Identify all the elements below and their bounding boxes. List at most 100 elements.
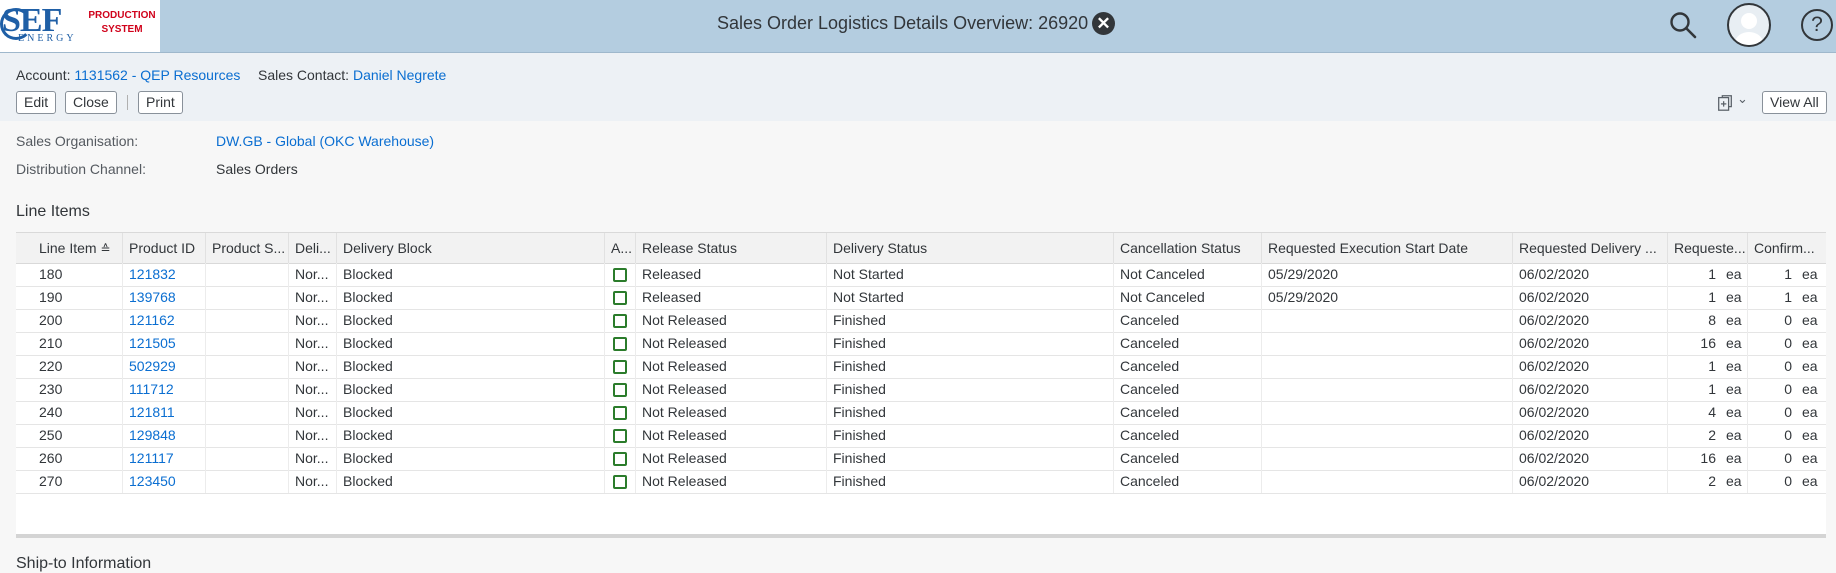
company-logo[interactable]: SEF ENERGY PRODUCTION SYSTEM <box>0 0 160 52</box>
search-icon[interactable] <box>1668 10 1698 40</box>
cell-line-item: 260 <box>33 447 123 470</box>
cell-product-id-link[interactable]: 123450 <box>123 470 206 493</box>
close-button[interactable]: Close <box>65 91 117 114</box>
cell-delivery-block: Blocked <box>337 401 605 424</box>
table-row[interactable]: 180 121832 Nor... Blocked Released Not S… <box>16 263 1826 287</box>
page-title[interactable]: Sales Order Logistics Details Overview: … <box>717 13 1088 34</box>
column-header-requested-qty[interactable]: Requeste... <box>1668 233 1748 263</box>
column-header-line-item[interactable]: Line Item ≙ <box>33 233 123 263</box>
column-header-requested-execution-start-date[interactable]: Requested Execution Start Date <box>1262 233 1513 263</box>
edit-button[interactable]: Edit <box>16 91 57 114</box>
cell-release-status: Not Released <box>636 470 827 493</box>
cell-product-id-link[interactable]: 121505 <box>123 332 206 355</box>
sales-contact-link[interactable]: Daniel Negrete <box>353 67 446 83</box>
cell-confirmed-qty: 1 <box>1784 266 1792 282</box>
row-selector[interactable] <box>16 424 33 447</box>
column-header-release-status[interactable]: Release Status <box>636 233 827 263</box>
cell-deli: Nor... <box>289 447 337 470</box>
cell-release-status: Not Released <box>636 309 827 332</box>
table-row[interactable]: 210 121505 Nor... Blocked Not Released F… <box>16 332 1826 356</box>
table-row[interactable]: 200 121162 Nor... Blocked Not Released F… <box>16 309 1826 333</box>
cell-requested-delivery-date: 06/02/2020 <box>1513 470 1668 493</box>
cell-product-id-link[interactable]: 121117 <box>123 447 206 470</box>
cell-confirmed-qty: 0 <box>1784 427 1792 443</box>
cell-requested-delivery-date: 06/02/2020 <box>1513 263 1668 286</box>
table-row[interactable]: 190 139768 Nor... Blocked Released Not S… <box>16 286 1826 310</box>
checkbox-icon[interactable] <box>613 406 627 420</box>
cell-product-id-link[interactable]: 121162 <box>123 309 206 332</box>
row-selector[interactable] <box>16 355 33 378</box>
column-header-delivery-status[interactable]: Delivery Status <box>827 233 1114 263</box>
cell-requested-unit: ea <box>1720 332 1748 355</box>
cell-line-item: 220 <box>33 355 123 378</box>
user-avatar-icon[interactable] <box>1727 3 1771 47</box>
account-link[interactable]: 1131562 - QEP Resources <box>74 67 240 83</box>
checkbox-icon[interactable] <box>613 475 627 489</box>
cell-product-id-link[interactable]: 139768 <box>123 286 206 309</box>
table-row[interactable]: 230 111712 Nor... Blocked Not Released F… <box>16 378 1826 402</box>
cell-product-s <box>206 470 289 493</box>
table-row[interactable]: 220 502929 Nor... Blocked Not Released F… <box>16 355 1826 379</box>
cell-delivery-status: Finished <box>827 378 1114 401</box>
checkbox-icon[interactable] <box>613 314 627 328</box>
cell-requested-unit: ea <box>1720 378 1748 401</box>
view-all-button[interactable]: View All <box>1762 91 1827 114</box>
column-header-confirmed-qty[interactable]: Confirm... <box>1748 233 1826 263</box>
cell-delivery-status: Finished <box>827 309 1114 332</box>
cell-product-id-link[interactable]: 121811 <box>123 401 206 424</box>
checkbox-icon[interactable] <box>613 337 627 351</box>
checkbox-icon[interactable] <box>613 291 627 305</box>
column-header-deli[interactable]: Deli... <box>289 233 337 263</box>
cell-product-id-link[interactable]: 502929 <box>123 355 206 378</box>
checkbox-icon[interactable] <box>613 452 627 466</box>
cell-requested-qty: 1 <box>1708 381 1716 397</box>
cell-cancellation-status: Canceled <box>1114 447 1262 470</box>
cell-requested-qty: 4 <box>1708 404 1716 420</box>
row-selector[interactable] <box>16 447 33 470</box>
cell-a <box>605 355 636 378</box>
cell-requested-qty: 2 <box>1708 427 1716 443</box>
cell-line-item: 230 <box>33 378 123 401</box>
cell-product-id-link[interactable]: 121832 <box>123 263 206 286</box>
sales-contact-attribute: Sales Contact: Daniel Negrete <box>258 67 446 83</box>
column-header-label: Line Item <box>39 240 97 256</box>
checkbox-icon[interactable] <box>613 360 627 374</box>
checkbox-icon[interactable] <box>613 429 627 443</box>
cell-a <box>605 447 636 470</box>
row-selector[interactable] <box>16 332 33 355</box>
row-selector[interactable] <box>16 401 33 424</box>
print-button[interactable]: Print <box>138 91 183 114</box>
column-header-delivery-block[interactable]: Delivery Block <box>337 233 605 263</box>
cell-requested-unit: ea <box>1720 401 1748 424</box>
table-row[interactable]: 270 123450 Nor... Blocked Not Released F… <box>16 470 1826 494</box>
row-selector[interactable] <box>16 309 33 332</box>
table-row[interactable]: 250 129848 Nor... Blocked Not Released F… <box>16 424 1826 448</box>
cell-product-id-link[interactable]: 111712 <box>123 378 206 401</box>
row-selector[interactable] <box>16 286 33 309</box>
cell-confirmed-unit: ea <box>1802 473 1818 489</box>
horizontal-scrollbar[interactable] <box>16 534 1826 538</box>
cell-delivery-block: Blocked <box>337 286 605 309</box>
column-header-product-id[interactable]: Product ID <box>123 233 206 263</box>
table-row[interactable]: 240 121811 Nor... Blocked Not Released F… <box>16 401 1826 425</box>
cell-a <box>605 378 636 401</box>
close-circle-icon[interactable]: ✕ <box>1092 12 1115 35</box>
column-header-requested-delivery[interactable]: Requested Delivery ... <box>1513 233 1668 263</box>
share-menu-button[interactable]: ⌄ <box>1716 91 1748 113</box>
cell-deli: Nor... <box>289 263 337 286</box>
table-row[interactable]: 260 121117 Nor... Blocked Not Released F… <box>16 447 1826 471</box>
row-selector[interactable] <box>16 263 33 286</box>
checkbox-icon[interactable] <box>613 268 627 282</box>
checkbox-icon[interactable] <box>613 383 627 397</box>
cell-product-id-link[interactable]: 129848 <box>123 424 206 447</box>
sales-org-link[interactable]: DW.GB - Global (OKC Warehouse) <box>216 133 434 149</box>
row-selector[interactable] <box>16 378 33 401</box>
help-icon[interactable]: ? <box>1801 9 1833 41</box>
column-header-cancellation-status[interactable]: Cancellation Status <box>1114 233 1262 263</box>
cell-confirmed-qty: 0 <box>1784 404 1792 420</box>
row-selector[interactable] <box>16 470 33 493</box>
column-header-product-s[interactable]: Product S... <box>206 233 289 263</box>
column-header-a[interactable]: A... <box>605 233 636 263</box>
cell-a <box>605 424 636 447</box>
cell-requested-qty: 16 <box>1700 450 1716 466</box>
